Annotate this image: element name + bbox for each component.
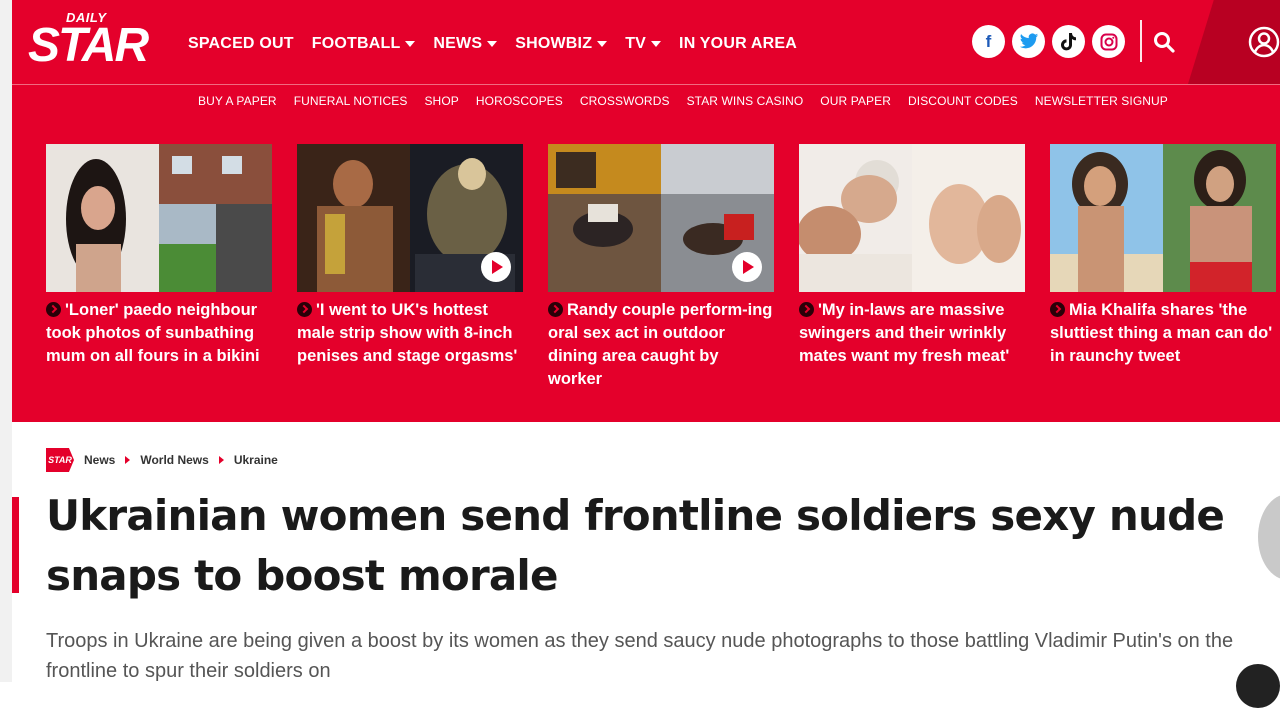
promo-card[interactable]: Mia Khalifa shares 'the sluttiest thing … xyxy=(1050,144,1276,368)
logo-star-text: STAR xyxy=(28,19,149,72)
article-standfirst: Troops in Ukraine are being given a boos… xyxy=(46,630,1234,682)
promo-headline[interactable]: 'My in-laws are massive swingers and the… xyxy=(799,299,1025,368)
play-icon[interactable] xyxy=(732,252,762,282)
subnav-our-paper[interactable]: OUR PAPER xyxy=(820,94,891,108)
promo-thumbnail[interactable] xyxy=(297,144,523,292)
chevron-right-icon xyxy=(46,302,61,317)
social-links: f xyxy=(972,25,1125,58)
promo-headline[interactable]: 'I went to UK's hottest male strip show … xyxy=(297,299,523,368)
promo-headline-text: Randy couple perform-ing oral sex act in… xyxy=(548,301,773,388)
nav-label: NEWS xyxy=(433,35,483,52)
chevron-right-icon xyxy=(548,302,563,317)
twitter-icon[interactable] xyxy=(1012,25,1045,58)
promo-thumbnail[interactable] xyxy=(46,144,272,292)
nav-label: TV xyxy=(625,35,647,52)
breadcrumb-logo-text: STAR xyxy=(48,455,72,465)
chevron-right-icon xyxy=(1050,302,1065,317)
nav-label: FOOTBALL xyxy=(311,35,401,52)
tiktok-icon[interactable] xyxy=(1052,25,1085,58)
daily-star-logo[interactable]: DAILY STAR xyxy=(28,8,149,76)
nav-item-spaced-out[interactable]: SPACED OUT xyxy=(188,35,294,53)
promo-thumbnail[interactable] xyxy=(799,144,1025,292)
chevron-right-icon xyxy=(297,302,312,317)
promo-thumbnail[interactable] xyxy=(1050,144,1276,292)
nav-item-football[interactable]: FOOTBALL xyxy=(312,35,416,53)
nav-label: SPACED OUT xyxy=(188,35,294,52)
header-divider xyxy=(1140,20,1142,62)
breadcrumb-separator-icon xyxy=(125,456,131,464)
promo-strip: 'Loner' paedo neighbour took photos of s… xyxy=(12,118,1280,422)
promo-card[interactable]: 'Loner' paedo neighbour took photos of s… xyxy=(46,144,272,368)
nav-item-in-your-area[interactable]: IN YOUR AREA xyxy=(679,35,797,53)
promo-headline[interactable]: Randy couple perform-ing oral sex act in… xyxy=(548,299,774,391)
promo-thumbnail[interactable] xyxy=(548,144,774,292)
breadcrumb-separator-icon xyxy=(218,456,224,464)
breadcrumb: STAR News World News Ukraine xyxy=(46,448,278,472)
chevron-down-icon xyxy=(651,41,662,47)
promo-card[interactable]: Randy couple perform-ing oral sex act in… xyxy=(548,144,774,391)
chevron-down-icon xyxy=(487,41,498,47)
article-title: Ukrainian women send frontline soldiers … xyxy=(46,491,1225,600)
promo-card[interactable]: 'I went to UK's hottest male strip show … xyxy=(297,144,523,368)
subnav-buy-a-paper[interactable]: BUY A PAPER xyxy=(198,94,277,108)
nav-item-tv[interactable]: TV xyxy=(625,35,662,53)
facebook-icon[interactable]: f xyxy=(972,25,1005,58)
promo-headline-text: 'I went to UK's hottest male strip show … xyxy=(297,301,518,365)
search-icon[interactable] xyxy=(1152,30,1176,54)
promo-headline-text: 'My in-laws are massive swingers and the… xyxy=(799,301,1010,365)
subnav-discount-codes[interactable]: DISCOUNT CODES xyxy=(908,94,1018,108)
subnav-crosswords[interactable]: CROSSWORDS xyxy=(580,94,670,108)
side-widget-button[interactable] xyxy=(1258,494,1280,580)
promo-headline-text: Mia Khalifa shares 'the sluttiest thing … xyxy=(1050,301,1273,365)
nav-label: SHOWBIZ xyxy=(515,35,593,52)
breadcrumb-link-world-news[interactable]: World News xyxy=(140,453,208,467)
title-accent-bar xyxy=(12,497,19,593)
star-logo-icon[interactable]: STAR xyxy=(46,448,74,472)
play-icon[interactable] xyxy=(481,252,511,282)
subnav-horoscopes[interactable]: HOROSCOPES xyxy=(476,94,563,108)
nav-label: IN YOUR AREA xyxy=(679,35,798,52)
instagram-icon[interactable] xyxy=(1092,25,1125,58)
floating-button[interactable] xyxy=(1236,664,1280,708)
main-nav: SPACED OUT FOOTBALL NEWS SHOWBIZ TV IN Y… xyxy=(188,32,797,56)
promo-card[interactable]: 'My in-laws are massive swingers and the… xyxy=(799,144,1025,368)
page-left-gutter xyxy=(0,0,12,682)
chevron-down-icon xyxy=(597,41,608,47)
promo-headline[interactable]: 'Loner' paedo neighbour took photos of s… xyxy=(46,299,272,368)
secondary-nav: BUY A PAPER FUNERAL NOTICES SHOP HOROSCO… xyxy=(12,84,1280,119)
chevron-down-icon xyxy=(405,41,416,47)
subnav-star-wins-casino[interactable]: STAR WINS CASINO xyxy=(687,94,804,108)
breadcrumb-link-ukraine[interactable]: Ukraine xyxy=(234,453,278,467)
nav-item-showbiz[interactable]: SHOWBIZ xyxy=(515,35,608,53)
promo-headline-text: 'Loner' paedo neighbour took photos of s… xyxy=(46,301,260,365)
promo-headline[interactable]: Mia Khalifa shares 'the sluttiest thing … xyxy=(1050,299,1276,368)
chevron-right-icon xyxy=(799,302,814,317)
nav-item-news[interactable]: NEWS xyxy=(433,35,498,53)
account-icon[interactable] xyxy=(1248,26,1280,58)
subnav-funeral-notices[interactable]: FUNERAL NOTICES xyxy=(294,94,408,108)
subnav-newsletter-signup[interactable]: NEWSLETTER SIGNUP xyxy=(1035,94,1168,108)
breadcrumb-link-news[interactable]: News xyxy=(84,453,115,467)
subnav-shop[interactable]: SHOP xyxy=(424,94,458,108)
